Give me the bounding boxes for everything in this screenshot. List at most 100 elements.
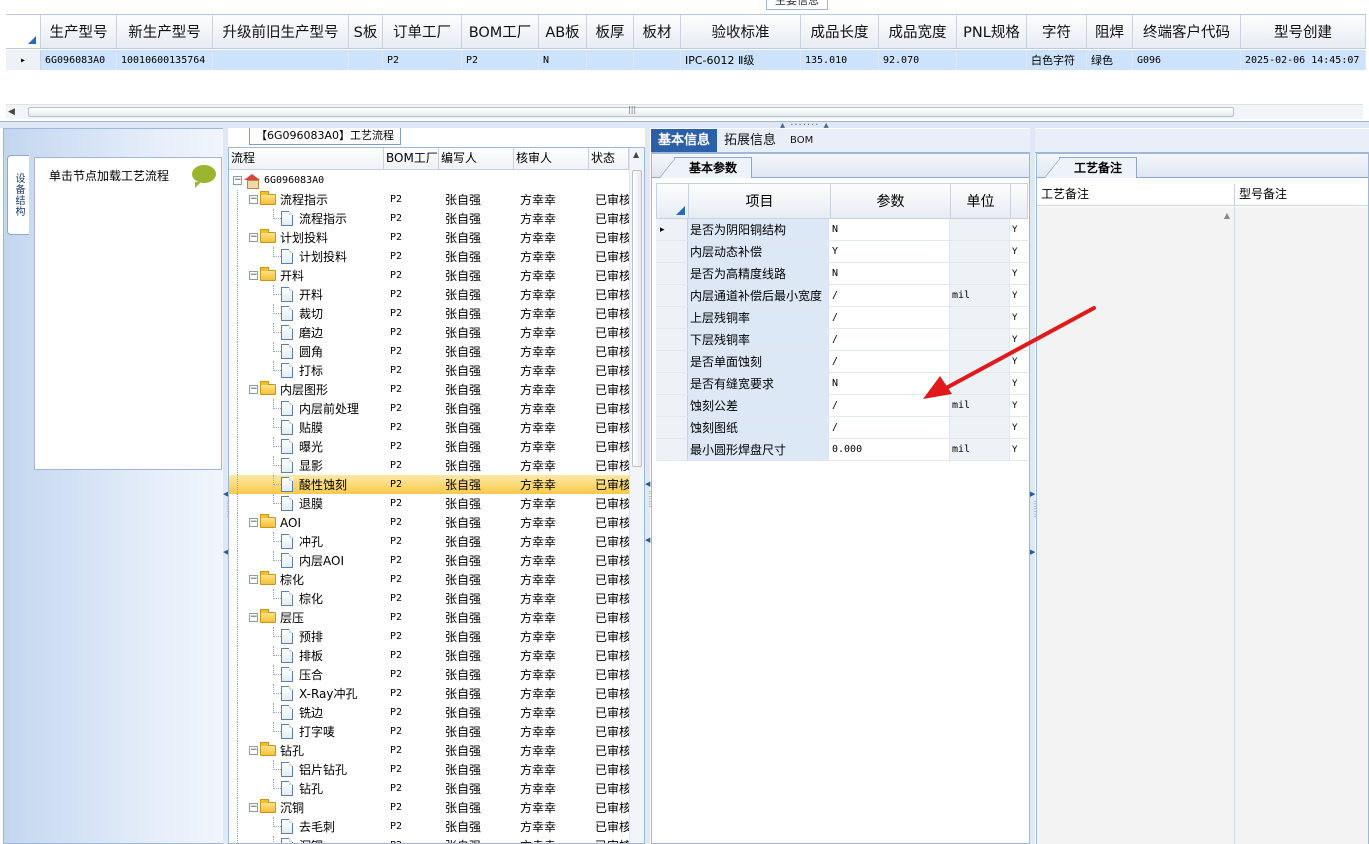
vertical-splitter-mid[interactable]: ◀ ······· ◀: [645, 128, 654, 844]
tree-item[interactable]: 磨边 P2 张自强 方幸幸 已审核: [229, 323, 629, 342]
tree-item[interactable]: 钻孔 P2 张自强 方幸幸 已审核: [229, 779, 629, 798]
column-header[interactable]: 成品长度: [801, 15, 879, 48]
table-cell[interactable]: N: [539, 50, 587, 70]
tree-node[interactable]: 酸性蚀刻: [229, 475, 384, 494]
param-row[interactable]: 内层动态补偿 Y Y: [656, 241, 1028, 263]
tree-node[interactable]: 内层前处理: [229, 399, 384, 418]
tree-item[interactable]: 开料 P2 张自强 方幸幸 已审核: [229, 285, 629, 304]
tree-node[interactable]: 贴膜: [229, 418, 384, 437]
tree-node[interactable]: − 层压: [229, 608, 384, 627]
tree-node[interactable]: 显影: [229, 456, 384, 475]
param-row[interactable]: 上层残铜率 / Y: [656, 307, 1028, 329]
param-value[interactable]: N: [830, 373, 950, 394]
process-tree[interactable]: −6G096083A0− 流程指示 P2 张自强 方幸幸 已审核 流程指示 P2 张自强 方幸幸已…: [229, 171, 629, 843]
param-row[interactable]: 是否有缝宽要求 N Y: [656, 373, 1028, 395]
vertical-scrollbar[interactable]: ▲: [629, 148, 644, 843]
table-cell[interactable]: G096: [1133, 50, 1241, 70]
param-value[interactable]: /: [830, 329, 950, 350]
column-header[interactable]: AB板: [539, 15, 587, 48]
table-cell[interactable]: [957, 50, 1027, 70]
param-row[interactable]: 下层残铜率 / Y: [656, 329, 1028, 351]
tree-node[interactable]: 去毛刺: [229, 817, 384, 836]
column-header[interactable]: PNL规格: [957, 15, 1027, 48]
table-cell[interactable]: 白色字符: [1027, 50, 1087, 70]
tab-device-structure[interactable]: 设备结构: [7, 155, 29, 235]
tree-item[interactable]: 计划投料 P2 张自强 方幸幸 已审核: [229, 247, 629, 266]
param-row[interactable]: ▸ 是否为阴阳铜结构 N Y: [656, 219, 1028, 241]
col-reviewer[interactable]: 核审人: [514, 148, 589, 169]
tree-node[interactable]: − 流程指示: [229, 190, 384, 209]
table-cell[interactable]: 2025-02-06 14:45:07: [1241, 50, 1366, 70]
tree-item[interactable]: 打字唛 P2 张自强 方幸幸 已审核: [229, 722, 629, 741]
tree-node[interactable]: − 6G096083A0: [229, 171, 384, 190]
tree-item[interactable]: 排板 P2 张自强 方幸幸 已审核: [229, 646, 629, 665]
column-header[interactable]: BOM工厂: [462, 15, 539, 48]
col-model-note[interactable]: 型号备注: [1235, 184, 1368, 205]
tree-item[interactable]: X-Ray冲孔 P2 张自强 方幸幸 已审核: [229, 684, 629, 703]
param-value[interactable]: 0.000: [830, 439, 950, 460]
table-cell[interactable]: 92.070: [879, 50, 957, 70]
tree-folder[interactable]: − AOI P2 张自强 方幸幸 已审核: [229, 513, 629, 532]
param-value[interactable]: /: [830, 395, 950, 416]
tree-item[interactable]: 裁切 P2 张自强 方幸幸 已审核: [229, 304, 629, 323]
tree-item[interactable]: 沉铜 P2张自强方幸幸已审核: [229, 836, 629, 843]
tree-node[interactable]: 圆角: [229, 342, 384, 361]
tree-folder[interactable]: − 开料 P2 张自强 方幸幸 已审核: [229, 266, 629, 285]
tree-node[interactable]: 流程指示: [229, 209, 384, 228]
tree-node[interactable]: X-Ray冲孔: [229, 684, 384, 703]
collapse-icon[interactable]: −: [249, 385, 258, 394]
table-cell[interactable]: P2: [383, 50, 462, 70]
collapse-icon[interactable]: −: [233, 176, 242, 185]
tree-node[interactable]: 打字唛: [229, 722, 384, 741]
table-cell[interactable]: 10010600135764: [117, 50, 213, 70]
collapse-icon[interactable]: −: [249, 195, 258, 204]
tree-node[interactable]: 冲孔: [229, 532, 384, 551]
tree-item[interactable]: 退膜 P2 张自强 方幸幸 已审核: [229, 494, 629, 513]
tree-item[interactable]: 预排 P2 张自强 方幸幸 已审核: [229, 627, 629, 646]
param-value[interactable]: N: [830, 263, 950, 284]
tree-node[interactable]: 开料: [229, 285, 384, 304]
tree-item[interactable]: 压合 P2 张自强 方幸幸 已审核: [229, 665, 629, 684]
tree-folder[interactable]: − 计划投料 P2 张自强 方幸幸 已审核: [229, 228, 629, 247]
tree-root[interactable]: − 6G096083A0: [229, 171, 629, 190]
column-header[interactable]: 新生产型号: [117, 15, 213, 48]
col-param[interactable]: 参数: [831, 184, 951, 218]
tree-node[interactable]: − 钻孔: [229, 741, 384, 760]
tree-item[interactable]: 打标 P2 张自强 方幸幸 已审核: [229, 361, 629, 380]
table-cell[interactable]: 135.010: [801, 50, 879, 70]
table-row[interactable]: ▸ 6G096083A0 10010600135764 P2 P2 N IPC-6012 Ⅱ…: [6, 50, 1366, 70]
scroll-up-icon[interactable]: ▲: [633, 150, 639, 159]
tab-basic-info[interactable]: 基本信息: [651, 129, 718, 152]
param-value[interactable]: Y: [830, 241, 950, 262]
table-cell[interactable]: 绿色: [1087, 50, 1133, 70]
param-value[interactable]: N: [830, 219, 950, 240]
column-header[interactable]: 阻焊: [1087, 15, 1133, 48]
param-value[interactable]: /: [830, 307, 950, 328]
model-note-field[interactable]: [1235, 207, 1368, 844]
tree-node[interactable]: − AOI: [229, 513, 384, 532]
param-row[interactable]: 蚀刻公差 / mil Y: [656, 395, 1028, 417]
column-header[interactable]: 终端客户代码: [1133, 15, 1241, 48]
param-value[interactable]: /: [830, 351, 950, 372]
tree-node[interactable]: 铝片钻孔: [229, 760, 384, 779]
column-header[interactable]: 验收标准: [681, 15, 801, 48]
tree-folder[interactable]: − 流程指示 P2 张自强 方幸幸 已审核: [229, 190, 629, 209]
tree-node[interactable]: − 内层图形: [229, 380, 384, 399]
tree-item[interactable]: 内层AOI P2 张自强 方幸幸 已审核: [229, 551, 629, 570]
param-row[interactable]: 内层通道补偿后最小宽度 / mil Y: [656, 285, 1028, 307]
table-cell[interactable]: IPC-6012 Ⅱ级: [681, 50, 801, 70]
col-writer[interactable]: 编写人: [439, 148, 514, 169]
collapse-icon[interactable]: −: [249, 803, 258, 812]
column-header[interactable]: 成品宽度: [879, 15, 957, 48]
param-row[interactable]: 是否单面蚀刻 / Y: [656, 351, 1028, 373]
tree-item[interactable]: 曝光 P2 张自强 方幸幸 已审核: [229, 437, 629, 456]
col-unit[interactable]: 单位: [951, 184, 1011, 218]
column-header[interactable]: 型号创建: [1241, 15, 1366, 48]
column-header[interactable]: 板材: [634, 15, 681, 48]
collapse-icon[interactable]: −: [249, 233, 258, 242]
tree-item[interactable]: 内层前处理 P2 张自强 方幸幸 已审核: [229, 399, 629, 418]
tree-node[interactable]: 计划投料: [229, 247, 384, 266]
tree-folder[interactable]: − 钻孔 P2 张自强 方幸幸 已审核: [229, 741, 629, 760]
tree-node[interactable]: − 开料: [229, 266, 384, 285]
table-cell[interactable]: P2: [462, 50, 539, 70]
